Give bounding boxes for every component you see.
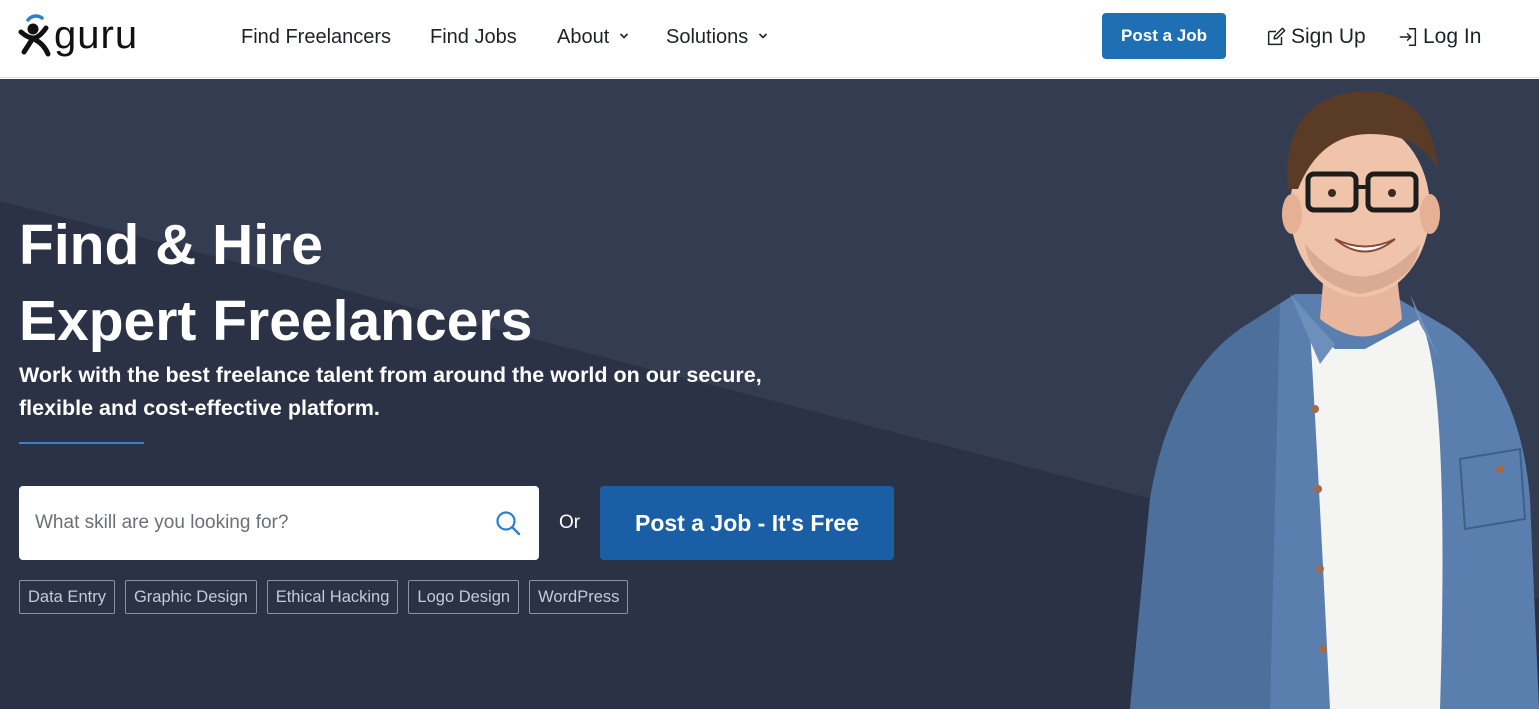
skill-tag[interactable]: Ethical Hacking bbox=[266, 580, 399, 614]
chevron-down-icon bbox=[758, 33, 767, 39]
hero-subtitle-line: flexible and cost-effective platform. bbox=[19, 396, 380, 420]
hero-title-line: Expert Freelancers bbox=[19, 289, 533, 353]
log-in-label: Log In bbox=[1423, 25, 1482, 48]
accent-divider bbox=[19, 442, 144, 444]
site-header: guru Find Freelancers Find Jobs About So… bbox=[0, 0, 1539, 78]
guru-logo[interactable]: guru bbox=[18, 13, 186, 58]
edit-icon bbox=[1267, 27, 1286, 46]
nav-label: About bbox=[557, 26, 610, 48]
search-icon[interactable] bbox=[495, 510, 521, 536]
hero-title-line: Find & Hire bbox=[19, 213, 324, 277]
svg-text:guru: guru bbox=[54, 14, 138, 57]
guru-logo-icon: guru bbox=[18, 13, 138, 57]
skill-tag[interactable]: WordPress bbox=[529, 580, 629, 614]
skill-tag[interactable]: Logo Design bbox=[408, 580, 520, 614]
sign-up-link[interactable]: Sign Up bbox=[1265, 24, 1366, 50]
skill-tag[interactable]: Graphic Design bbox=[124, 580, 257, 614]
hero-subtitle-line: Work with the best freelance talent from… bbox=[19, 363, 762, 387]
post-a-job-button[interactable]: Post a Job bbox=[1102, 13, 1226, 59]
post-job-free-button[interactable]: Post a Job - It's Free bbox=[600, 486, 894, 560]
or-separator: Or bbox=[559, 512, 581, 533]
nav-label: Find Freelancers bbox=[241, 26, 392, 48]
popular-skill-tags: Data Entry Graphic Design Ethical Hackin… bbox=[19, 580, 629, 614]
skill-search-input[interactable] bbox=[19, 486, 484, 560]
hero-person-image bbox=[1130, 90, 1539, 709]
nav-label: Find Jobs bbox=[430, 26, 517, 48]
log-in-link[interactable]: Log In bbox=[1397, 24, 1481, 50]
nav-find-freelancers[interactable]: Find Freelancers bbox=[241, 24, 391, 50]
nav-about[interactable]: About bbox=[557, 24, 629, 50]
sign-up-label: Sign Up bbox=[1291, 25, 1366, 48]
nav-find-jobs[interactable]: Find Jobs bbox=[430, 24, 517, 50]
skill-tag[interactable]: Data Entry bbox=[19, 580, 115, 614]
login-icon bbox=[1399, 28, 1417, 46]
hero-subtitle: Work with the best freelance talent from… bbox=[19, 359, 779, 425]
nav-label: Solutions bbox=[666, 26, 749, 48]
hero-title: Find & Hire Expert Freelancers bbox=[19, 207, 719, 359]
hero-section: Find & Hire Expert Freelancers Work with… bbox=[0, 79, 1539, 709]
nav-solutions[interactable]: Solutions bbox=[666, 24, 768, 50]
skill-search-box bbox=[19, 486, 539, 560]
chevron-down-icon bbox=[619, 33, 628, 39]
